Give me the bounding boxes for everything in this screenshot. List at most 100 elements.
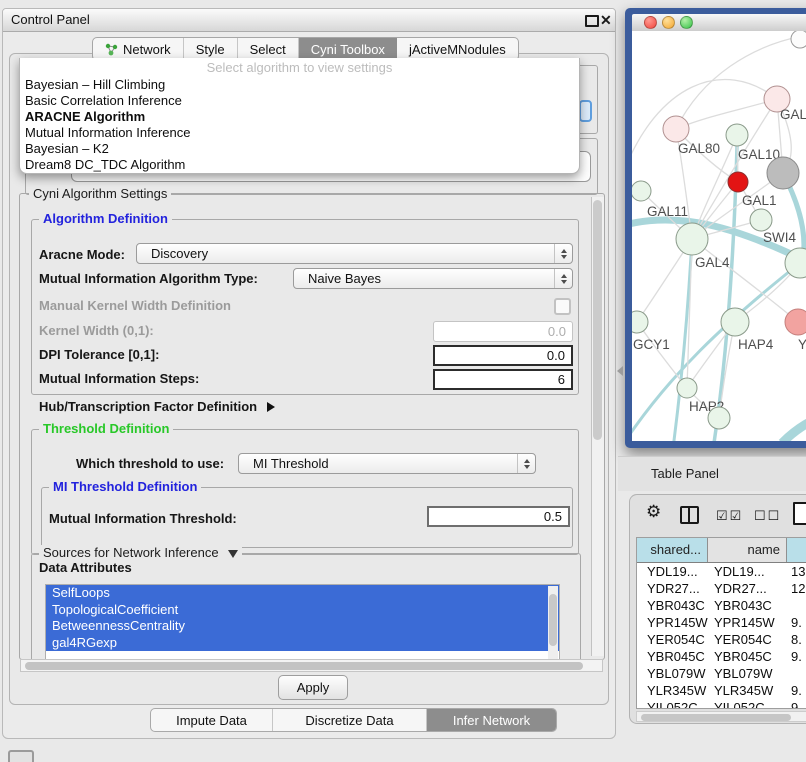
function-builder-icon[interactable]: [793, 502, 806, 525]
list-item-selfloops[interactable]: SelfLoops: [46, 585, 559, 602]
mi-algorithm-type-combo[interactable]: Naive Bayes: [293, 268, 573, 289]
manual-kernel-width-checkbox[interactable]: [554, 298, 571, 315]
network-canvas[interactable]: GALGAL80GAL10GAL1GAL11SWI4GAL4GCY1HAP4YH…: [632, 31, 806, 441]
horizontal-scrollbar-thumb[interactable]: [25, 662, 583, 670]
node-label: GCY1: [633, 337, 670, 352]
tab-discretize-data[interactable]: Discretize Data: [273, 709, 427, 731]
close-icon[interactable]: ✕: [600, 11, 612, 29]
tab-network[interactable]: Network: [93, 38, 184, 60]
network-node[interactable]: [726, 124, 748, 146]
select-all-icon[interactable]: ☑☑: [716, 508, 743, 524]
table-cell: YDL19...: [708, 563, 787, 580]
tab-jactivemnodules[interactable]: jActiveMNodules: [397, 38, 518, 60]
tab-label: Infer Network: [453, 713, 530, 728]
node-label: HAP4: [738, 337, 774, 352]
deselect-all-icon[interactable]: ☐☐: [754, 508, 781, 524]
table-row[interactable]: YLR345WYLR345W9.: [637, 682, 806, 699]
table-row[interactable]: YPR145WYPR145W9.: [637, 614, 806, 631]
network-node-gal80[interactable]: [663, 116, 689, 142]
zoom-traffic-light-icon[interactable]: [680, 16, 693, 29]
table-row[interactable]: YBR045CYBR045C9.: [637, 648, 806, 665]
settings-horizontal-scrollbar[interactable]: [20, 659, 603, 672]
float-window-icon[interactable]: [585, 15, 599, 27]
settings-scrollbar-thumb[interactable]: [593, 200, 602, 440]
network-view-window: GALGAL80GAL10GAL1GAL11SWI4GAL4GCY1HAP4YH…: [625, 8, 806, 448]
table-row[interactable]: YBL079WYBL079W: [637, 665, 806, 682]
list-item-topologicalcoefficient[interactable]: TopologicalCoefficient: [46, 602, 559, 619]
algorithm-dropdown-popup: Select algorithm to view settings Bayesi…: [19, 58, 580, 174]
table-panel-header: Table Panel: [618, 456, 806, 491]
table-row[interactable]: YBR043CYBR043C: [637, 597, 806, 614]
network-node-gal1[interactable]: [728, 172, 748, 192]
apply-button[interactable]: Apply: [278, 675, 348, 700]
collapse-arrow-icon: [228, 550, 238, 558]
tab-style[interactable]: Style: [184, 38, 238, 60]
table-scrollbar-thumb[interactable]: [641, 714, 791, 721]
menu-item-aracne[interactable]: ARACNE Algorithm: [20, 109, 579, 125]
column-header-shared-name[interactable]: shared...: [637, 538, 708, 562]
table-horizontal-scrollbar[interactable]: [636, 711, 806, 722]
menu-item-bayesian-k2[interactable]: Bayesian – K2: [20, 141, 579, 157]
table-cell: 9.: [787, 699, 806, 709]
show-columns-icon[interactable]: [680, 506, 699, 524]
panel-splitter-collapse-icon[interactable]: [617, 366, 623, 376]
table-row[interactable]: YIL052CYIL052C9.: [637, 699, 806, 709]
table-cell: 9.: [787, 614, 806, 631]
combo-stepper-icon: [554, 244, 572, 263]
table-row[interactable]: YER054CYER054C8.: [637, 631, 806, 648]
focused-combo-button-partial[interactable]: [579, 100, 592, 122]
table-cell: YER054C: [637, 631, 708, 648]
menu-item-mutual-information[interactable]: Mutual Information Inference: [20, 125, 579, 141]
column-header-name[interactable]: name: [708, 538, 787, 562]
input-value: 0.5: [544, 509, 562, 524]
network-node[interactable]: [767, 157, 799, 189]
hub-section-toggle[interactable]: Hub/Transcription Factor Definition: [39, 399, 275, 414]
table-cell: YBR043C: [708, 597, 787, 614]
gear-icon[interactable]: ⚙: [646, 502, 661, 522]
kernel-width-input[interactable]: 0.0: [433, 321, 573, 342]
network-node[interactable]: [791, 31, 806, 48]
bottom-left-partial-button[interactable]: [8, 750, 34, 762]
list-scrollbar-thumb[interactable]: [549, 594, 557, 646]
node-label: GAL11: [647, 204, 688, 219]
close-traffic-light-icon[interactable]: [644, 16, 657, 29]
menu-item-dream8[interactable]: Dream8 DC_TDC Algorithm: [20, 157, 579, 173]
tab-impute-data[interactable]: Impute Data: [151, 709, 273, 731]
table-cell: YBR045C: [637, 648, 708, 665]
list-scrollbar[interactable]: [548, 586, 558, 665]
tab-label: Network: [123, 42, 171, 57]
column-header-partial[interactable]: [787, 538, 806, 562]
table-row[interactable]: YDL19...YDL19...13: [637, 563, 806, 580]
table-cell: YLR345W: [637, 682, 708, 699]
mi-steps-input[interactable]: 6: [433, 369, 573, 390]
dpi-tolerance-input[interactable]: 0.0: [433, 345, 573, 366]
list-item-betweennesscentrality[interactable]: BetweennessCentrality: [46, 618, 559, 635]
network-node-gal11[interactable]: [632, 181, 651, 201]
settings-vertical-scrollbar[interactable]: [591, 197, 604, 656]
menu-item-basic-correlation[interactable]: Basic Correlation Inference: [20, 93, 579, 109]
tab-cyni-toolbox[interactable]: Cyni Toolbox: [299, 38, 397, 60]
menu-item-bayesian-hill-climbing[interactable]: Bayesian – Hill Climbing: [20, 77, 579, 93]
network-node-gal4[interactable]: [676, 223, 708, 255]
tab-select[interactable]: Select: [238, 38, 299, 60]
which-threshold-combo[interactable]: MI Threshold: [238, 453, 536, 474]
network-node-hap4[interactable]: [721, 308, 749, 336]
mi-threshold-input[interactable]: 0.5: [427, 506, 570, 527]
table-cell: [787, 665, 806, 682]
list-item-gal4rgexp[interactable]: gal4RGexp: [46, 635, 559, 652]
tab-infer-network[interactable]: Infer Network: [427, 709, 556, 731]
network-node[interactable]: [708, 407, 730, 429]
network-window-titlebar[interactable]: [632, 14, 806, 31]
network-node-hap2[interactable]: [677, 378, 697, 398]
minimize-traffic-light-icon[interactable]: [662, 16, 675, 29]
sources-toggle[interactable]: Sources for Network Inference: [39, 545, 242, 560]
network-node-gcy1[interactable]: [632, 311, 648, 333]
table-row[interactable]: YDR27...YDR27...12: [637, 580, 806, 597]
aracne-mode-combo[interactable]: Discovery: [136, 243, 573, 264]
network-node[interactable]: [750, 209, 772, 231]
tab-label: Select: [250, 42, 286, 57]
data-attributes-list[interactable]: SelfLoops TopologicalCoefficient Between…: [45, 584, 560, 667]
dropdown-placeholder: Select algorithm to view settings: [20, 60, 579, 75]
network-node-y[interactable]: [785, 309, 806, 335]
table-cell: YPR145W: [708, 614, 787, 631]
